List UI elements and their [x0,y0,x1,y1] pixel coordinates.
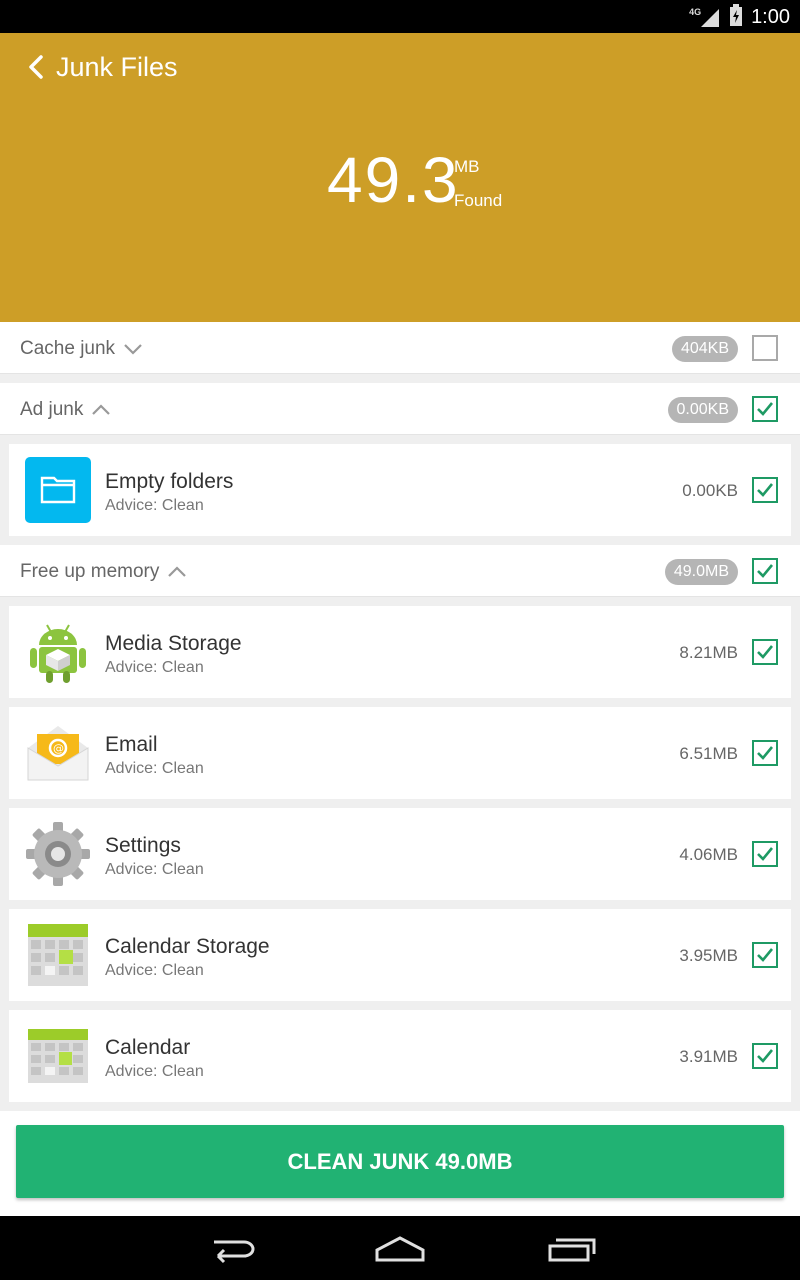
chevron-up-icon [92,404,111,415]
item-checkbox[interactable] [752,942,778,968]
android-icon [25,619,91,685]
clean-bar: CLEAN JUNK 49.0MB [0,1111,800,1216]
item-checkbox[interactable] [752,740,778,766]
item-name: Email [105,733,158,756]
section-size-badge: 0.00KB [667,397,738,423]
list-item-email[interactable]: @ Email Advice: Clean 6.51MB [9,707,791,799]
section-size-badge: 404KB [671,336,738,362]
status-time: 1:00 [751,6,790,28]
list-item-calendar-storage[interactable]: Calendar Storage Advice: Clean 3.95MB [9,909,791,1001]
item-size: 8.21MB [679,643,738,662]
item-advice: Advice: Clean [105,962,204,979]
list-item-calendar[interactable]: Calendar Advice: Clean 3.91MB [9,1010,791,1102]
calendar-icon [25,1023,91,1089]
item-name: Media Storage [105,632,242,655]
junk-files-screen: Junk Files 49.3 MB Found Cache junk 404K… [0,33,800,1216]
chevron-down-icon [124,344,142,355]
item-name: Calendar Storage [105,935,270,958]
section-label: Cache junk [20,338,116,359]
status-bar: 4G 1:00 [0,0,800,33]
item-checkbox[interactable] [752,841,778,867]
back-chevron-icon[interactable] [22,51,52,83]
item-advice: Advice: Clean [105,861,204,878]
total-junk-value: 49.3 [327,144,460,216]
item-checkbox[interactable] [752,1043,778,1069]
item-advice: Advice: Clean [105,659,204,676]
item-name: Settings [105,834,181,857]
home-icon[interactable] [370,1230,430,1266]
item-name: Empty folders [105,470,234,493]
page-title: Junk Files [56,52,178,82]
item-advice: Advice: Clean [105,1063,204,1080]
section-ad-junk[interactable]: Ad junk 0.00KB [0,383,800,435]
item-advice: Advice: Clean [105,497,204,514]
signal-icon: 4G [689,7,721,29]
section-label-wrap: Free up memory [20,561,187,583]
section-size-badge: 49.0MB [664,559,738,585]
summary-header: Junk Files 49.3 MB Found [0,33,800,322]
section-label-wrap: Cache junk [20,338,143,360]
section-checkbox[interactable] [752,558,778,584]
item-checkbox[interactable] [752,477,778,503]
section-checkbox[interactable] [752,335,778,361]
folder-icon [25,457,91,523]
battery-icon [729,4,743,31]
total-junk-unit: MB [454,157,480,176]
item-size: 3.91MB [679,1047,738,1066]
email-icon: @ [25,720,91,786]
network-type: 4G [689,6,702,17]
section-label-wrap: Ad junk [20,399,111,421]
total-junk-caption: Found [454,191,503,210]
item-name: Calendar [105,1036,191,1059]
status-icons: 4G 1:00 [689,4,790,31]
section-label: Ad junk [20,399,84,420]
item-size: 4.06MB [679,845,738,864]
section-free-up-memory[interactable]: Free up memory 49.0MB [0,545,800,597]
list-item-settings[interactable]: Settings Advice: Clean 4.06MB [9,808,791,900]
recents-icon[interactable] [542,1230,602,1266]
chevron-up-icon [168,566,187,577]
svg-text:@: @ [53,742,64,755]
list-item-media-storage[interactable]: Media Storage Advice: Clean 8.21MB [9,606,791,698]
back-icon[interactable] [200,1230,260,1266]
list-item-empty-folders[interactable]: Empty folders Advice: Clean 0.00KB [9,444,791,536]
item-size: 0.00KB [682,481,738,500]
system-nav-bar [0,1216,800,1280]
gear-icon [25,821,91,887]
section-cache-junk[interactable]: Cache junk 404KB [0,322,800,374]
item-checkbox[interactable] [752,639,778,665]
item-advice: Advice: Clean [105,760,204,777]
item-size: 6.51MB [679,744,738,763]
clean-junk-button[interactable]: CLEAN JUNK 49.0MB [16,1125,784,1198]
section-checkbox[interactable] [752,396,778,422]
item-size: 3.95MB [679,946,738,965]
calendar-icon [25,922,91,988]
section-label: Free up memory [20,561,160,582]
